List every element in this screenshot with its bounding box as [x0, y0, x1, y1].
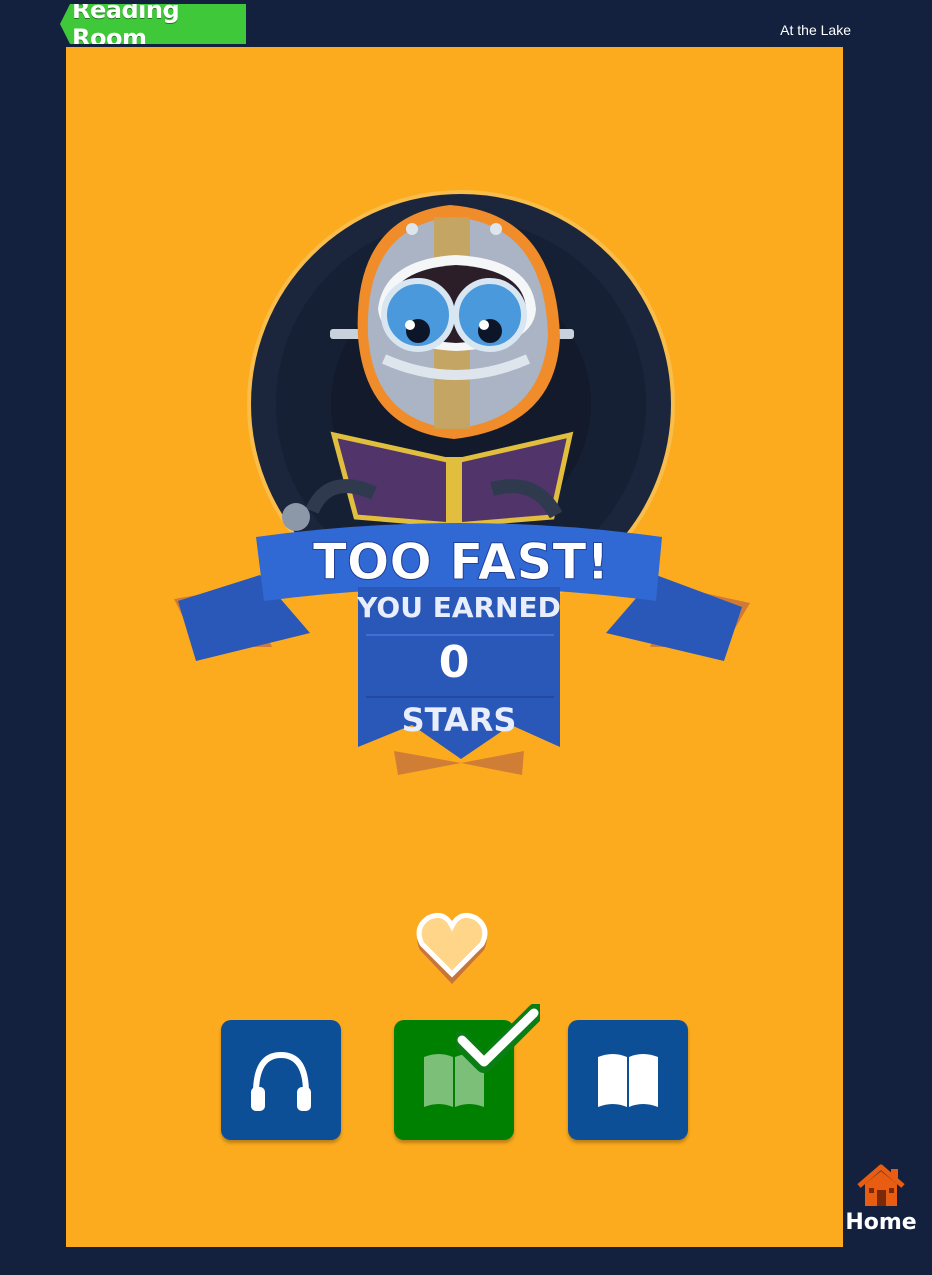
- stars-count: 0: [439, 637, 470, 688]
- headphones-icon: [251, 1051, 311, 1111]
- result-ribbon: TOO FAST! YOU EARNED 0 STARS: [174, 523, 750, 775]
- completed-check-icon: [456, 1004, 540, 1073]
- heart-icon[interactable]: [414, 912, 490, 988]
- home-button[interactable]: Home: [845, 1164, 917, 1244]
- house-icon: [857, 1164, 905, 1206]
- result-badge: TOO FAST! YOU EARNED 0 STARS: [174, 190, 750, 775]
- listen-button[interactable]: [221, 1020, 341, 1140]
- section-label: Reading Room: [72, 0, 180, 52]
- earned-label: YOU EARNED: [356, 591, 561, 624]
- read-to-button[interactable]: [568, 1020, 688, 1140]
- story-title: At the Lake: [780, 22, 851, 38]
- open-book-icon: [598, 1054, 658, 1107]
- headline-text: TOO FAST!: [313, 533, 610, 591]
- home-label: Home: [845, 1210, 917, 1235]
- stars-label: STARS: [402, 701, 517, 739]
- reading-room-tag: Reading Room: [60, 4, 246, 44]
